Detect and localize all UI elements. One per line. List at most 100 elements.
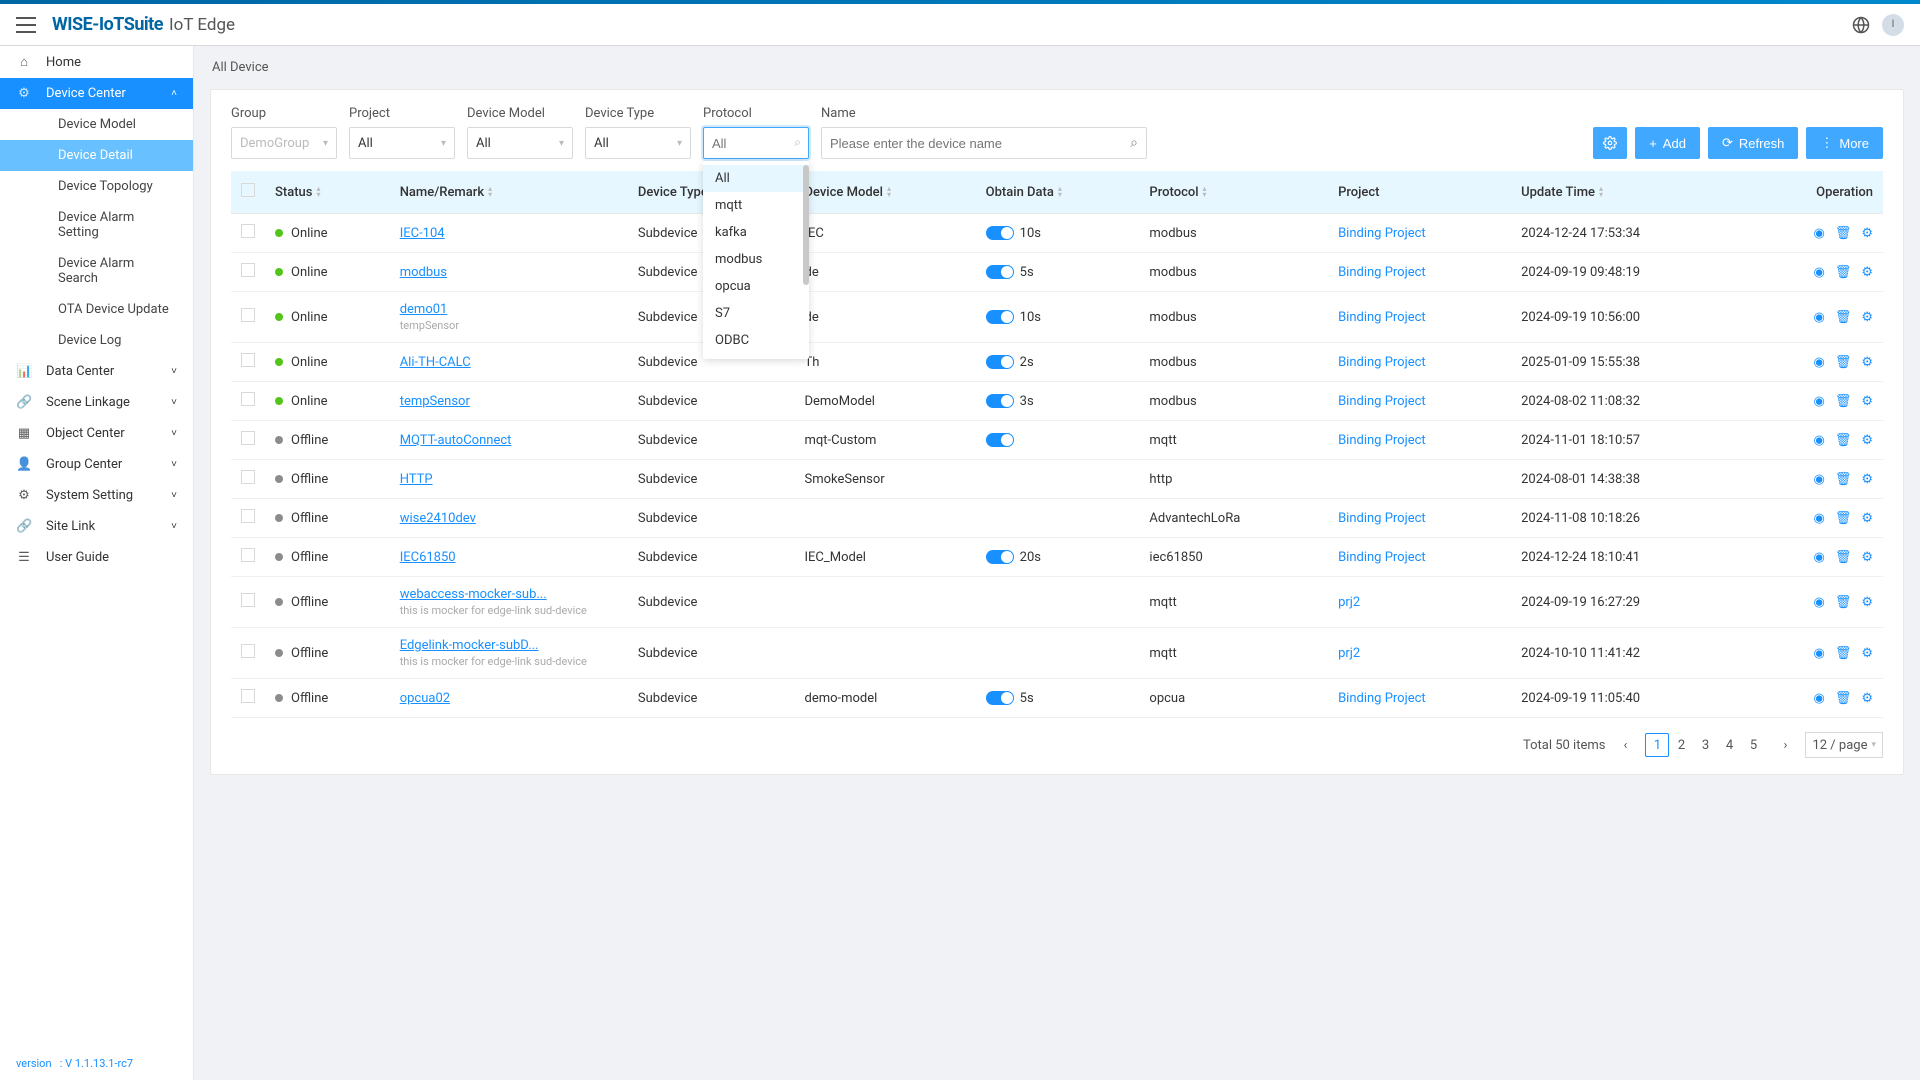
obtain-toggle[interactable] xyxy=(986,550,1014,564)
add-button[interactable]: +Add xyxy=(1635,127,1700,159)
sidebar-item[interactable]: ▦Object Center˅ xyxy=(0,418,193,449)
config-icon[interactable]: ⚙ xyxy=(1861,550,1873,565)
sidebar-item[interactable]: ⌂Home xyxy=(0,46,193,78)
device-type-select[interactable]: All▾ xyxy=(585,127,691,159)
row-checkbox[interactable] xyxy=(241,263,255,277)
sidebar-item[interactable]: Device Topology xyxy=(0,171,193,202)
globe-icon[interactable] xyxy=(1852,16,1870,34)
delete-icon[interactable]: 🗑 xyxy=(1835,691,1852,706)
obtain-toggle[interactable] xyxy=(986,355,1014,369)
dropdown-option[interactable]: opcua xyxy=(703,273,809,300)
obtain-toggle[interactable] xyxy=(986,265,1014,279)
config-icon[interactable]: ⚙ xyxy=(1861,646,1873,661)
project-link[interactable]: Binding Project xyxy=(1338,310,1426,325)
config-icon[interactable]: ⚙ xyxy=(1861,226,1873,241)
device-name-link[interactable]: Ali-TH-CALC xyxy=(400,355,618,370)
sidebar-item[interactable]: Device Model xyxy=(0,109,193,140)
config-icon[interactable]: ⚙ xyxy=(1861,595,1873,610)
eye-icon[interactable]: ◉ xyxy=(1813,394,1824,409)
device-name-link[interactable]: IEC-104 xyxy=(400,226,618,241)
row-checkbox[interactable] xyxy=(241,548,255,562)
project-select[interactable]: All▾ xyxy=(349,127,455,159)
table-header[interactable]: Operation xyxy=(1748,171,1883,214)
table-header[interactable]: Name/Remark▴▾ xyxy=(390,171,628,214)
pager-page[interactable]: 3 xyxy=(1693,733,1717,757)
config-icon[interactable]: ⚙ xyxy=(1861,511,1873,526)
project-link[interactable]: prj2 xyxy=(1338,646,1360,661)
scrollbar-thumb[interactable] xyxy=(803,165,809,285)
sidebar-item[interactable]: ⚙System Setting˅ xyxy=(0,480,193,511)
eye-icon[interactable]: ◉ xyxy=(1813,550,1824,565)
eye-icon[interactable]: ◉ xyxy=(1813,511,1824,526)
pager-page[interactable]: 1 xyxy=(1645,733,1669,757)
sidebar-item[interactable]: ☰User Guide xyxy=(0,542,193,573)
obtain-toggle[interactable] xyxy=(986,691,1014,705)
config-icon[interactable]: ⚙ xyxy=(1861,691,1873,706)
sidebar-item[interactable]: Device Alarm Setting xyxy=(0,202,193,248)
row-checkbox[interactable] xyxy=(241,470,255,484)
project-link[interactable]: Binding Project xyxy=(1338,511,1426,526)
device-name-link[interactable]: HTTP xyxy=(400,472,618,487)
delete-icon[interactable]: 🗑 xyxy=(1835,394,1852,409)
device-name-link[interactable]: modbus xyxy=(400,265,618,280)
dropdown-option[interactable]: All xyxy=(703,165,809,192)
row-checkbox[interactable] xyxy=(241,431,255,445)
eye-icon[interactable]: ◉ xyxy=(1813,595,1824,610)
dropdown-option[interactable]: kafka xyxy=(703,219,809,246)
pager-next[interactable]: › xyxy=(1773,733,1797,757)
config-icon[interactable]: ⚙ xyxy=(1861,265,1873,280)
menu-toggle-icon[interactable] xyxy=(16,17,36,33)
project-link[interactable]: Binding Project xyxy=(1338,550,1426,565)
delete-icon[interactable]: 🗑 xyxy=(1835,550,1852,565)
row-checkbox[interactable] xyxy=(241,689,255,703)
device-name-link[interactable]: Edgelink-mocker-subD... xyxy=(400,638,618,653)
delete-icon[interactable]: 🗑 xyxy=(1835,310,1852,325)
obtain-toggle[interactable] xyxy=(986,433,1014,447)
row-checkbox[interactable] xyxy=(241,308,255,322)
eye-icon[interactable]: ◉ xyxy=(1813,226,1824,241)
device-model-select[interactable]: All▾ xyxy=(467,127,573,159)
pager-page[interactable]: 2 xyxy=(1669,733,1693,757)
row-checkbox[interactable] xyxy=(241,509,255,523)
table-header[interactable]: Status▴▾ xyxy=(265,171,390,214)
dropdown-option[interactable]: OPC-DA xyxy=(703,354,809,359)
obtain-toggle[interactable] xyxy=(986,310,1014,324)
device-name-link[interactable]: MQTT-autoConnect xyxy=(400,433,618,448)
device-name-input[interactable]: ⌕ xyxy=(821,127,1147,159)
obtain-toggle[interactable] xyxy=(986,226,1014,240)
device-name-link[interactable]: webaccess-mocker-sub... xyxy=(400,587,618,602)
group-select[interactable]: DemoGroup▾ xyxy=(231,127,337,159)
user-avatar[interactable]: I xyxy=(1882,14,1904,36)
eye-icon[interactable]: ◉ xyxy=(1813,265,1824,280)
device-name-link[interactable]: opcua02 xyxy=(400,691,618,706)
dropdown-option[interactable]: mqtt xyxy=(703,192,809,219)
project-link[interactable]: Binding Project xyxy=(1338,355,1426,370)
delete-icon[interactable]: 🗑 xyxy=(1835,226,1852,241)
config-icon[interactable]: ⚙ xyxy=(1861,355,1873,370)
more-button[interactable]: ⋮More xyxy=(1806,127,1883,159)
settings-button[interactable] xyxy=(1593,127,1627,159)
delete-icon[interactable]: 🗑 xyxy=(1835,355,1852,370)
sidebar-item[interactable]: 🔗Scene Linkage˅ xyxy=(0,387,193,418)
eye-icon[interactable]: ◉ xyxy=(1813,691,1824,706)
table-header[interactable]: Obtain Data▴▾ xyxy=(976,171,1140,214)
dropdown-option[interactable]: S7 xyxy=(703,300,809,327)
delete-icon[interactable]: 🗑 xyxy=(1835,472,1852,487)
delete-icon[interactable]: 🗑 xyxy=(1835,646,1852,661)
protocol-select[interactable] xyxy=(703,127,809,159)
device-name-link[interactable]: demo01 xyxy=(400,302,618,317)
sidebar-item[interactable]: 👤Group Center˅ xyxy=(0,449,193,480)
sidebar-item[interactable]: Device Alarm Search xyxy=(0,248,193,294)
row-checkbox[interactable] xyxy=(241,392,255,406)
project-link[interactable]: Binding Project xyxy=(1338,433,1426,448)
eye-icon[interactable]: ◉ xyxy=(1813,472,1824,487)
eye-icon[interactable]: ◉ xyxy=(1813,646,1824,661)
row-checkbox[interactable] xyxy=(241,353,255,367)
device-name-link[interactable]: tempSensor xyxy=(400,394,618,409)
delete-icon[interactable]: 🗑 xyxy=(1835,433,1852,448)
project-link[interactable]: Binding Project xyxy=(1338,265,1426,280)
select-all-checkbox[interactable] xyxy=(241,183,255,197)
config-icon[interactable]: ⚙ xyxy=(1861,310,1873,325)
pager-page[interactable]: 5 xyxy=(1741,733,1765,757)
search-icon[interactable]: ⌕ xyxy=(1130,135,1138,151)
